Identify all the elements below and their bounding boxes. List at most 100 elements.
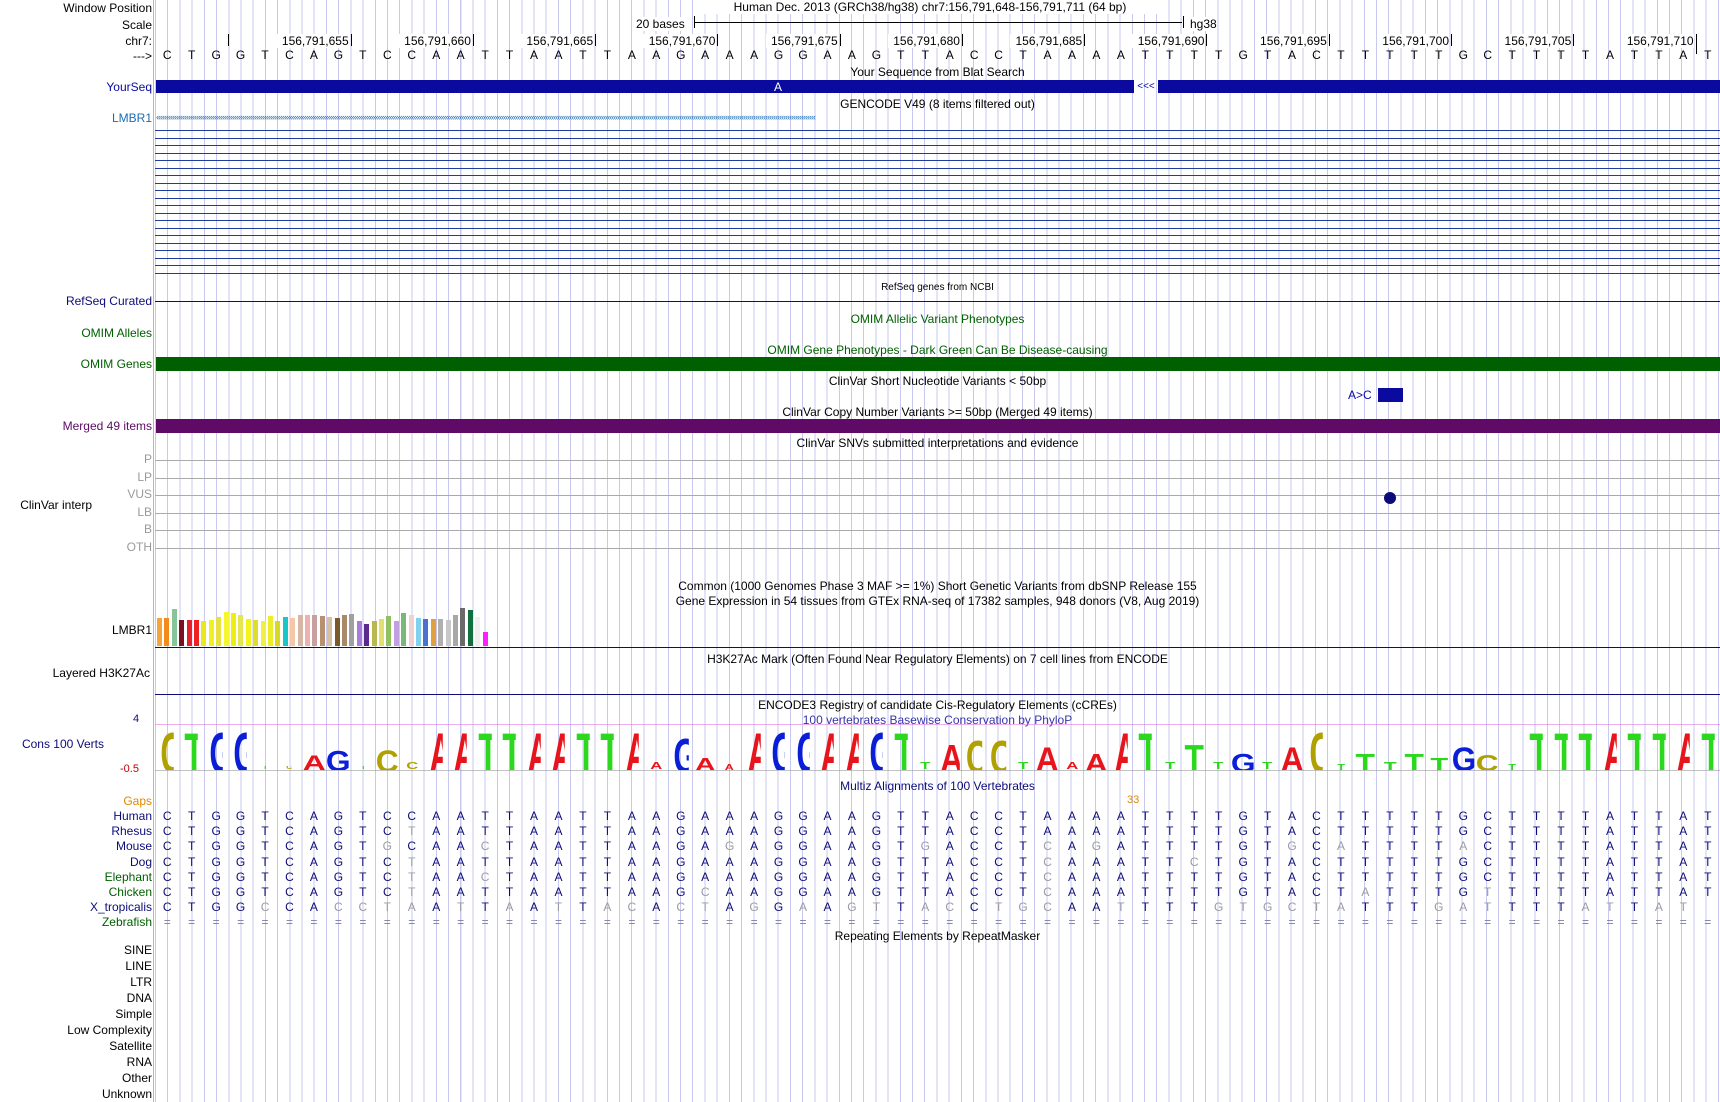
species-label[interactable]: Zebrafish xyxy=(102,915,152,929)
clinvar-cnv-bar[interactable] xyxy=(156,419,1720,433)
gtex-tissue-bar[interactable] xyxy=(238,615,244,646)
gencode-transcript-line[interactable] xyxy=(155,130,1720,131)
gtex-tissue-bar[interactable] xyxy=(482,632,488,646)
species-label[interactable]: X_tropicalis xyxy=(90,900,152,914)
species-label[interactable]: Elephant xyxy=(105,870,152,884)
gencode-transcript-line[interactable] xyxy=(155,175,1720,176)
conservation-logo[interactable]: CTGGTCAGTCCAATTAATTAAGAAAGGAAGTTACCTAAAA… xyxy=(155,724,1720,772)
cons-label[interactable]: Cons 100 Verts xyxy=(22,737,104,751)
gencode-transcript-line[interactable] xyxy=(155,145,1720,146)
gtex-tissue-bar[interactable] xyxy=(201,621,207,646)
gencode-transcript-line[interactable] xyxy=(155,235,1720,236)
species-label[interactable]: Human xyxy=(113,809,152,823)
gtex-tissue-bar[interactable] xyxy=(438,619,444,646)
gtex-tissue-bar[interactable] xyxy=(356,621,362,646)
refseq-gene-line[interactable] xyxy=(155,301,1720,302)
gtex-tissue-bar[interactable] xyxy=(430,619,436,646)
gaps-label[interactable]: Gaps xyxy=(123,794,152,808)
h3k27ac-label[interactable]: Layered H3K27Ac xyxy=(53,666,150,680)
gtex-tissue-bar[interactable] xyxy=(445,620,451,646)
logo-letter: T xyxy=(185,726,199,770)
gtex-tissue-bar[interactable] xyxy=(216,617,222,646)
yourseq-label[interactable]: YourSeq xyxy=(106,80,152,94)
gencode-transcript-line[interactable] xyxy=(155,227,1720,229)
gencode-transcript-line[interactable] xyxy=(155,190,1720,191)
gencode-label[interactable]: LMBR1 xyxy=(112,111,152,125)
clinvar-variant-box[interactable] xyxy=(1378,388,1403,402)
gtex-tissue-bar[interactable] xyxy=(401,613,407,646)
gencode-transcript-line[interactable] xyxy=(155,205,1720,206)
clinvar-variant-label[interactable]: A>C xyxy=(1348,388,1372,402)
gtex-tissue-bar[interactable] xyxy=(379,619,384,646)
gencode-transcript-line[interactable] xyxy=(155,197,1720,199)
gtex-tissue-bar[interactable] xyxy=(282,617,288,646)
species-label[interactable]: Mouse xyxy=(116,839,152,853)
gtex-tissue-bar[interactable] xyxy=(253,620,259,646)
gtex-tissue-bar[interactable] xyxy=(179,620,185,646)
gtex-tissue-bar[interactable] xyxy=(408,615,414,646)
gtex-tissue-bar[interactable] xyxy=(334,618,340,646)
gencode-transcript-line[interactable] xyxy=(155,242,1720,244)
gencode-transcript-line[interactable] xyxy=(155,257,1720,259)
clinvar-interp-dot[interactable] xyxy=(1384,492,1396,504)
gtex-tissue-bar[interactable] xyxy=(208,620,214,646)
gtex-tissue-bar[interactable] xyxy=(371,621,377,646)
omim-gene-bar[interactable] xyxy=(156,357,1720,371)
gtex-tissue-bar[interactable] xyxy=(386,616,392,646)
gencode-transcript-line[interactable] xyxy=(155,167,1720,169)
gtex-tissue-bar[interactable] xyxy=(393,621,399,646)
gtex-tissue-bar[interactable] xyxy=(453,615,458,646)
gtex-tissue-bar[interactable] xyxy=(297,615,303,646)
gtex-tissue-bar[interactable] xyxy=(275,621,281,646)
gencode-transcript-line[interactable] xyxy=(155,272,1720,274)
gtex-tissue-bar[interactable] xyxy=(364,624,370,646)
refseq-label[interactable]: RefSeq Curated xyxy=(66,294,152,308)
gencode-transcript-line[interactable] xyxy=(155,160,1720,161)
gtex-tissue-bar[interactable] xyxy=(327,617,333,646)
base: A xyxy=(627,885,636,899)
gencode-transcript-line[interactable] xyxy=(155,265,1720,266)
species-label[interactable]: Rhesus xyxy=(111,824,152,838)
coordinate-tick xyxy=(1573,34,1575,46)
clinvar-cnv-label[interactable]: Merged 49 items xyxy=(63,419,152,433)
gencode-transcript-line[interactable] xyxy=(155,212,1720,214)
gtex-tissue-bar[interactable] xyxy=(467,610,473,646)
base: T xyxy=(1484,900,1492,915)
omim-genes-label[interactable]: OMIM Genes xyxy=(81,357,152,371)
gtex-tissue-bar[interactable] xyxy=(342,615,347,646)
gtex-tissue-bar[interactable] xyxy=(319,616,325,646)
gtex-tissue-bar[interactable] xyxy=(416,618,421,646)
gtex-tissue-bar[interactable] xyxy=(305,615,310,646)
gtex-tissue-bar[interactable] xyxy=(460,608,466,646)
yourseq-block-2[interactable] xyxy=(1158,80,1720,93)
gtex-tissue-bar[interactable] xyxy=(171,609,177,646)
gtex-tissue-bar[interactable] xyxy=(268,616,273,646)
gtex-tissue-bar[interactable] xyxy=(194,620,199,646)
species-label[interactable]: Chicken xyxy=(109,885,152,899)
gencode-transcript-line[interactable] xyxy=(155,250,1720,251)
gencode-transcript-arrows[interactable]: ‹‹‹‹‹‹‹‹‹‹‹‹‹‹‹‹‹‹‹‹‹‹‹‹‹‹‹‹‹‹‹‹‹‹‹‹‹‹‹‹… xyxy=(156,112,1720,122)
gtex-tissue-bar[interactable] xyxy=(260,621,266,646)
clinvar-interp-label[interactable]: ClinVar interp xyxy=(20,498,92,512)
gtex-label[interactable]: LMBR1 xyxy=(112,623,152,637)
gencode-transcript-line[interactable] xyxy=(155,220,1720,221)
gtex-tissue-bar[interactable] xyxy=(423,619,429,646)
gtex-tissue-bar[interactable] xyxy=(475,617,481,646)
base: C xyxy=(700,885,710,899)
gtex-tissue-bar[interactable] xyxy=(290,618,296,646)
gencode-transcript-line[interactable] xyxy=(155,152,1720,154)
gtex-tissue-bar[interactable] xyxy=(245,619,251,646)
gtex-tissue-bar[interactable] xyxy=(186,620,192,646)
yourseq-block-1[interactable] xyxy=(156,80,1134,93)
omim-alleles-label[interactable]: OMIM Alleles xyxy=(81,326,152,340)
gtex-tissue-bar[interactable] xyxy=(157,618,162,646)
gtex-tissue-bar[interactable] xyxy=(164,618,170,646)
gtex-tissue-bar[interactable] xyxy=(349,614,355,646)
genome-browser-image[interactable]: Window Position Scale chr7: ---> Human D… xyxy=(0,0,1720,1102)
gtex-tissue-bar[interactable] xyxy=(231,613,236,646)
gtex-tissue-bar[interactable] xyxy=(312,615,318,646)
gencode-transcript-line[interactable] xyxy=(155,137,1720,139)
gtex-tissue-bar[interactable] xyxy=(223,612,229,646)
species-label[interactable]: Dog xyxy=(130,855,152,869)
gencode-transcript-line[interactable] xyxy=(155,182,1720,184)
